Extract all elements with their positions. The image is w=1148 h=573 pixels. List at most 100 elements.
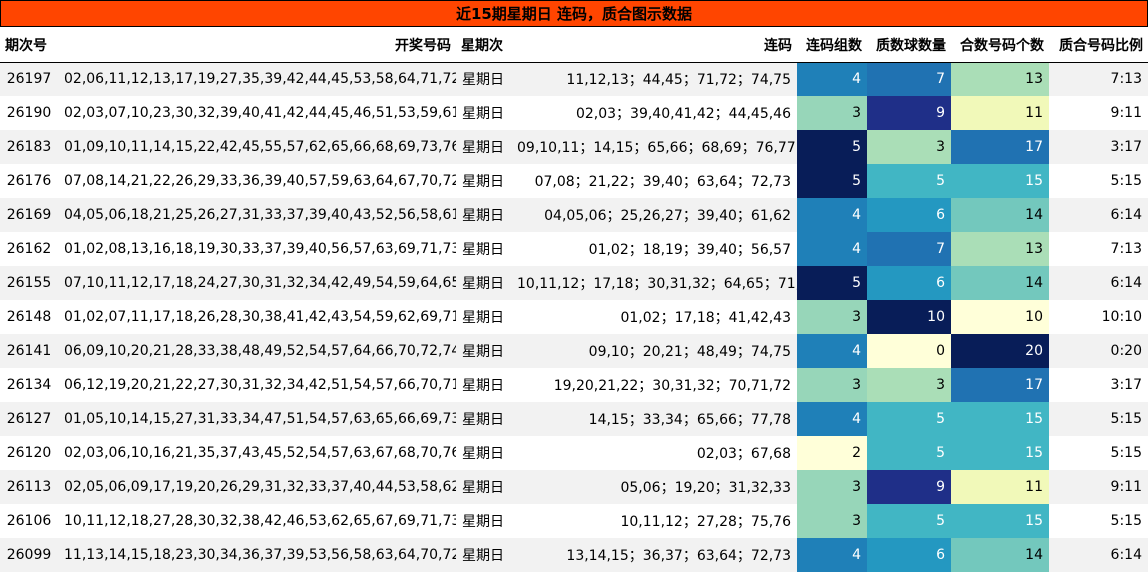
groups-cell: 3 <box>797 368 867 402</box>
table-row: 26183 01,09,10,11,14,15,22,42,45,55,57,62… <box>0 130 1148 164</box>
groups-cell: 4 <box>797 334 867 368</box>
composites-cell: 15 <box>951 436 1049 470</box>
consecutive-cell: 10,11,12；27,28；75,76 <box>511 504 797 538</box>
consecutive-cell: 04,05,06；25,26,27；39,40；61,62 <box>511 198 797 232</box>
weekday-cell: 星期日 <box>456 368 511 402</box>
consecutive-cell: 09,10,11；14,15；65,66；68,69；76,77 <box>511 130 797 164</box>
table-body: 26197 02,06,11,12,13,17,19,27,35,39,42,44… <box>0 62 1148 572</box>
composites-cell: 13 <box>951 62 1049 96</box>
groups-cell: 5 <box>797 266 867 300</box>
numbers-cell: 02,05,06,09,17,19,20,26,29,31,32,33,37,4… <box>58 470 456 504</box>
weekday-cell: 星期日 <box>456 436 511 470</box>
header-period: 期次号 <box>0 28 58 63</box>
composites-cell: 17 <box>951 368 1049 402</box>
composites-cell: 15 <box>951 504 1049 538</box>
groups-cell: 4 <box>797 538 867 572</box>
weekday-cell: 星期日 <box>456 334 511 368</box>
period-cell: 26190 <box>0 96 58 130</box>
lottery-table: 期次号 开奖号码 星期次 连码 连码组数 质数球数量 合数号码个数 质合号码比例… <box>0 28 1148 572</box>
period-cell: 26120 <box>0 436 58 470</box>
ratio-cell: 5:15 <box>1049 436 1148 470</box>
period-cell: 26141 <box>0 334 58 368</box>
header-ratio: 质合号码比例 <box>1049 28 1148 63</box>
consecutive-cell: 07,08；21,22；39,40；63,64；72,73 <box>511 164 797 198</box>
weekday-cell: 星期日 <box>456 164 511 198</box>
period-cell: 26099 <box>0 538 58 572</box>
ratio-cell: 0:20 <box>1049 334 1148 368</box>
period-cell: 26148 <box>0 300 58 334</box>
weekday-cell: 星期日 <box>456 300 511 334</box>
table-row: 26148 01,02,07,11,17,18,26,28,30,38,41,42… <box>0 300 1148 334</box>
numbers-cell: 11,13,14,15,18,23,30,34,36,37,39,53,56,5… <box>58 538 456 572</box>
table-row: 26190 02,03,07,10,23,30,32,39,40,41,42,44… <box>0 96 1148 130</box>
numbers-cell: 07,10,11,12,17,18,24,27,30,31,32,34,42,4… <box>58 266 456 300</box>
period-cell: 26113 <box>0 470 58 504</box>
table-row: 26099 11,13,14,15,18,23,30,34,36,37,39,53… <box>0 538 1148 572</box>
consecutive-cell: 10,11,12；17,18；30,31,32；64,65；71,72 <box>511 266 797 300</box>
period-cell: 26127 <box>0 402 58 436</box>
groups-cell: 4 <box>797 198 867 232</box>
groups-cell: 5 <box>797 130 867 164</box>
primes-cell: 5 <box>867 402 951 436</box>
weekday-cell: 星期日 <box>456 504 511 538</box>
numbers-cell: 01,09,10,11,14,15,22,42,45,55,57,62,65,6… <box>58 130 456 164</box>
header-consecutive: 连码 <box>511 28 797 63</box>
period-cell: 26183 <box>0 130 58 164</box>
consecutive-cell: 05,06；19,20；31,32,33 <box>511 470 797 504</box>
weekday-cell: 星期日 <box>456 402 511 436</box>
primes-cell: 6 <box>867 538 951 572</box>
groups-cell: 2 <box>797 436 867 470</box>
consecutive-cell: 14,15；33,34；65,66；77,78 <box>511 402 797 436</box>
consecutive-cell: 11,12,13；44,45；71,72；74,75 <box>511 62 797 96</box>
groups-cell: 3 <box>797 470 867 504</box>
groups-cell: 4 <box>797 232 867 266</box>
period-cell: 26169 <box>0 198 58 232</box>
period-cell: 26106 <box>0 504 58 538</box>
numbers-cell: 06,12,19,20,21,22,27,30,31,32,34,42,51,5… <box>58 368 456 402</box>
period-cell: 26176 <box>0 164 58 198</box>
table-row: 26141 06,09,10,20,21,28,33,38,48,49,52,54… <box>0 334 1148 368</box>
composites-cell: 17 <box>951 130 1049 164</box>
table-row: 26155 07,10,11,12,17,18,24,27,30,31,32,34… <box>0 266 1148 300</box>
consecutive-cell: 02,03；39,40,41,42；44,45,46 <box>511 96 797 130</box>
composites-cell: 20 <box>951 334 1049 368</box>
primes-cell: 5 <box>867 164 951 198</box>
numbers-cell: 02,03,07,10,23,30,32,39,40,41,42,44,45,4… <box>58 96 456 130</box>
table-row: 26113 02,05,06,09,17,19,20,26,29,31,32,33… <box>0 470 1148 504</box>
ratio-cell: 7:13 <box>1049 62 1148 96</box>
primes-cell: 9 <box>867 470 951 504</box>
header-weekday: 星期次 <box>456 28 511 63</box>
groups-cell: 4 <box>797 402 867 436</box>
ratio-cell: 3:17 <box>1049 368 1148 402</box>
primes-cell: 9 <box>867 96 951 130</box>
primes-cell: 3 <box>867 368 951 402</box>
primes-cell: 6 <box>867 266 951 300</box>
composites-cell: 11 <box>951 96 1049 130</box>
ratio-cell: 10:10 <box>1049 300 1148 334</box>
weekday-cell: 星期日 <box>456 96 511 130</box>
consecutive-cell: 01,02；17,18；41,42,43 <box>511 300 797 334</box>
weekday-cell: 星期日 <box>456 266 511 300</box>
composites-cell: 15 <box>951 402 1049 436</box>
composites-cell: 11 <box>951 470 1049 504</box>
period-cell: 26155 <box>0 266 58 300</box>
numbers-cell: 04,05,06,18,21,25,26,27,31,33,37,39,40,4… <box>58 198 456 232</box>
table-row: 26106 10,11,12,18,27,28,30,32,38,42,46,53… <box>0 504 1148 538</box>
weekday-cell: 星期日 <box>456 232 511 266</box>
numbers-cell: 01,05,10,14,15,27,31,33,34,47,51,54,57,6… <box>58 402 456 436</box>
groups-cell: 3 <box>797 300 867 334</box>
ratio-cell: 7:13 <box>1049 232 1148 266</box>
numbers-cell: 06,09,10,20,21,28,33,38,48,49,52,54,57,6… <box>58 334 456 368</box>
table-row: 26120 02,03,06,10,16,21,35,37,43,45,52,54… <box>0 436 1148 470</box>
composites-cell: 14 <box>951 538 1049 572</box>
weekday-cell: 星期日 <box>456 62 511 96</box>
primes-cell: 7 <box>867 232 951 266</box>
header-composites: 合数号码个数 <box>951 28 1049 63</box>
ratio-cell: 6:14 <box>1049 538 1148 572</box>
composites-cell: 10 <box>951 300 1049 334</box>
composites-cell: 13 <box>951 232 1049 266</box>
weekday-cell: 星期日 <box>456 470 511 504</box>
weekday-cell: 星期日 <box>456 538 511 572</box>
ratio-cell: 9:11 <box>1049 96 1148 130</box>
consecutive-cell: 02,03；67,68 <box>511 436 797 470</box>
